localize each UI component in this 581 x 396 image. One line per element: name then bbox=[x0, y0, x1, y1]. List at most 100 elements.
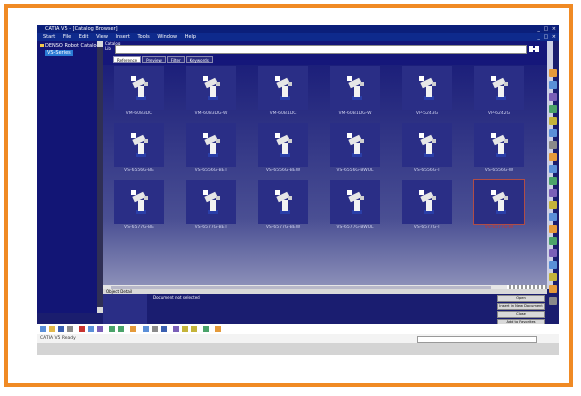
new-icon[interactable] bbox=[40, 326, 46, 332]
tab-filter[interactable]: Filter bbox=[166, 56, 185, 63]
zoom-in-icon[interactable] bbox=[182, 326, 188, 332]
catalog-item[interactable]: VS-6556G-W bbox=[472, 123, 526, 179]
sketch-tool-icon[interactable] bbox=[549, 69, 557, 77]
robot-arm-icon bbox=[131, 190, 148, 214]
rotate-icon[interactable] bbox=[173, 326, 179, 332]
copy-icon[interactable] bbox=[88, 326, 94, 332]
menu-tools[interactable]: Tools bbox=[137, 34, 149, 40]
fit-all-icon[interactable] bbox=[152, 326, 158, 332]
knowledge-tool-icon[interactable] bbox=[549, 177, 557, 185]
menu-view[interactable]: View bbox=[96, 34, 108, 40]
catalog-item-label: VM-60B1DG-W bbox=[338, 111, 372, 116]
robot-thumbnail bbox=[258, 66, 308, 110]
catalog-item[interactable]: VS-6577G-BE bbox=[112, 180, 166, 236]
catalog-item-label: VM-6083DG-W bbox=[194, 111, 228, 116]
tab-keywords[interactable]: Keywords bbox=[185, 56, 213, 63]
catalog-item[interactable]: VM-60B1DC bbox=[256, 66, 310, 122]
teach-tool-icon[interactable] bbox=[549, 213, 557, 221]
catalog-item[interactable]: VS-6556G-BEW bbox=[256, 123, 310, 179]
fly-mode-icon[interactable] bbox=[143, 326, 149, 332]
path-tool-icon[interactable] bbox=[549, 225, 557, 233]
window-title: CATIA V5 - [Catalog Browser] bbox=[45, 26, 118, 32]
catalog-item[interactable]: VM-60B1DG-W bbox=[328, 66, 382, 122]
catalog-path-field[interactable] bbox=[115, 45, 527, 54]
standard-toolbar bbox=[37, 324, 559, 334]
export-tool-icon[interactable] bbox=[549, 261, 557, 269]
analysis-tool-icon[interactable] bbox=[549, 117, 557, 125]
catalog-tool-icon[interactable] bbox=[549, 165, 557, 173]
redo-icon[interactable] bbox=[118, 326, 124, 332]
catalog-item[interactable]: VS-6556G-BET bbox=[184, 123, 238, 179]
tab-reference[interactable]: Reference bbox=[113, 56, 142, 63]
assembly-tool-icon[interactable] bbox=[549, 93, 557, 101]
binoculars-icon[interactable] bbox=[528, 45, 544, 53]
insert-new-document-button[interactable]: Insert in New Document bbox=[497, 303, 545, 310]
help-tool-icon[interactable] bbox=[549, 285, 557, 293]
paste-icon[interactable] bbox=[97, 326, 103, 332]
close-button[interactable]: Close bbox=[497, 311, 545, 318]
catalog-item[interactable]: VS-6577G-W bbox=[472, 179, 526, 236]
robot-arm-icon bbox=[275, 76, 292, 100]
save-icon[interactable] bbox=[58, 326, 64, 332]
browser-tabs: Reference Preview Filter Keywords bbox=[113, 56, 214, 63]
open-button[interactable]: Open bbox=[497, 295, 545, 302]
menu-edit[interactable]: Edit bbox=[79, 34, 89, 40]
print-icon[interactable] bbox=[67, 326, 73, 332]
command-input[interactable] bbox=[417, 336, 537, 343]
catalog-browser-panel: Catalog Lib Reference Preview Filter Key… bbox=[103, 41, 547, 290]
tree-root-node[interactable]: DENSO Robot Catalog bbox=[40, 43, 100, 49]
robot-arm-icon bbox=[419, 133, 436, 157]
catalog-item[interactable]: VS-6577G-BET bbox=[184, 180, 238, 236]
clash-tool-icon[interactable] bbox=[549, 237, 557, 245]
robot-thumbnail bbox=[402, 180, 452, 224]
menu-start[interactable]: Start bbox=[43, 34, 55, 40]
render-tool-icon[interactable] bbox=[549, 141, 557, 149]
search-binoculars-icon bbox=[529, 46, 539, 52]
catalog-item[interactable]: VP-5243G bbox=[400, 66, 454, 122]
undo-icon[interactable] bbox=[109, 326, 115, 332]
document-controls[interactable]: _ □ × bbox=[537, 33, 557, 41]
measure-tool-icon[interactable] bbox=[549, 105, 557, 113]
open-icon[interactable] bbox=[49, 326, 55, 332]
application-window: CATIA V5 - [Catalog Browser] _ □ × Start… bbox=[37, 25, 559, 355]
catalog-item[interactable]: VS-6556G-BWUL bbox=[328, 123, 382, 179]
window-controls[interactable]: _ □ × bbox=[537, 26, 557, 32]
catalog-item-label: VM-60B1DC bbox=[269, 111, 297, 116]
menu-file[interactable]: File bbox=[63, 34, 71, 40]
options-tool-icon[interactable] bbox=[549, 273, 557, 281]
robot-tool-icon[interactable] bbox=[549, 189, 557, 197]
catalog-item-label: VS-6556G-BE bbox=[124, 168, 154, 173]
menu-help[interactable]: Help bbox=[185, 34, 196, 40]
robot-thumbnail bbox=[114, 66, 164, 110]
catalog-item[interactable]: VM-6083DG-W bbox=[184, 66, 238, 122]
detail-description: Document not selected bbox=[153, 295, 200, 300]
simulation-tool-icon[interactable] bbox=[549, 153, 557, 161]
normal-view-icon[interactable] bbox=[203, 326, 209, 332]
tree-child-node[interactable]: VS-Series bbox=[45, 50, 73, 56]
catalog-item[interactable]: VS-6577G-T bbox=[400, 180, 454, 236]
catalog-item[interactable]: VS-6577G-BEW bbox=[256, 180, 310, 236]
layout-tool-icon[interactable] bbox=[549, 249, 557, 257]
catalog-item[interactable]: VS-6577G-BWUL bbox=[328, 180, 382, 236]
device-tool-icon[interactable] bbox=[549, 201, 557, 209]
menu-insert[interactable]: Insert bbox=[116, 34, 130, 40]
view-mode-icon[interactable] bbox=[215, 326, 221, 332]
pan-icon[interactable] bbox=[161, 326, 167, 332]
part-tool-icon[interactable] bbox=[549, 81, 557, 89]
robot-arm-icon bbox=[203, 190, 220, 214]
menu-window[interactable]: Window bbox=[157, 34, 177, 40]
catalog-item[interactable]: VM-6083DC bbox=[112, 66, 166, 122]
tab-preview[interactable]: Preview bbox=[142, 56, 166, 63]
cut-icon[interactable] bbox=[79, 326, 85, 332]
tree-footer bbox=[37, 313, 103, 324]
catalog-item-label: VS-6556G-BEW bbox=[265, 168, 301, 173]
robot-arm-icon bbox=[419, 190, 436, 214]
catalog-item[interactable]: VS-6556G-BE bbox=[112, 123, 166, 179]
catalog-item[interactable]: VS-6556G-T bbox=[400, 123, 454, 179]
whats-this-icon[interactable] bbox=[130, 326, 136, 332]
extra-tool-icon[interactable] bbox=[549, 297, 557, 305]
constraint-tool-icon[interactable] bbox=[549, 129, 557, 137]
catalog-item[interactable]: VP-6242G bbox=[472, 66, 526, 122]
robot-thumbnail bbox=[258, 123, 308, 167]
zoom-out-icon[interactable] bbox=[191, 326, 197, 332]
